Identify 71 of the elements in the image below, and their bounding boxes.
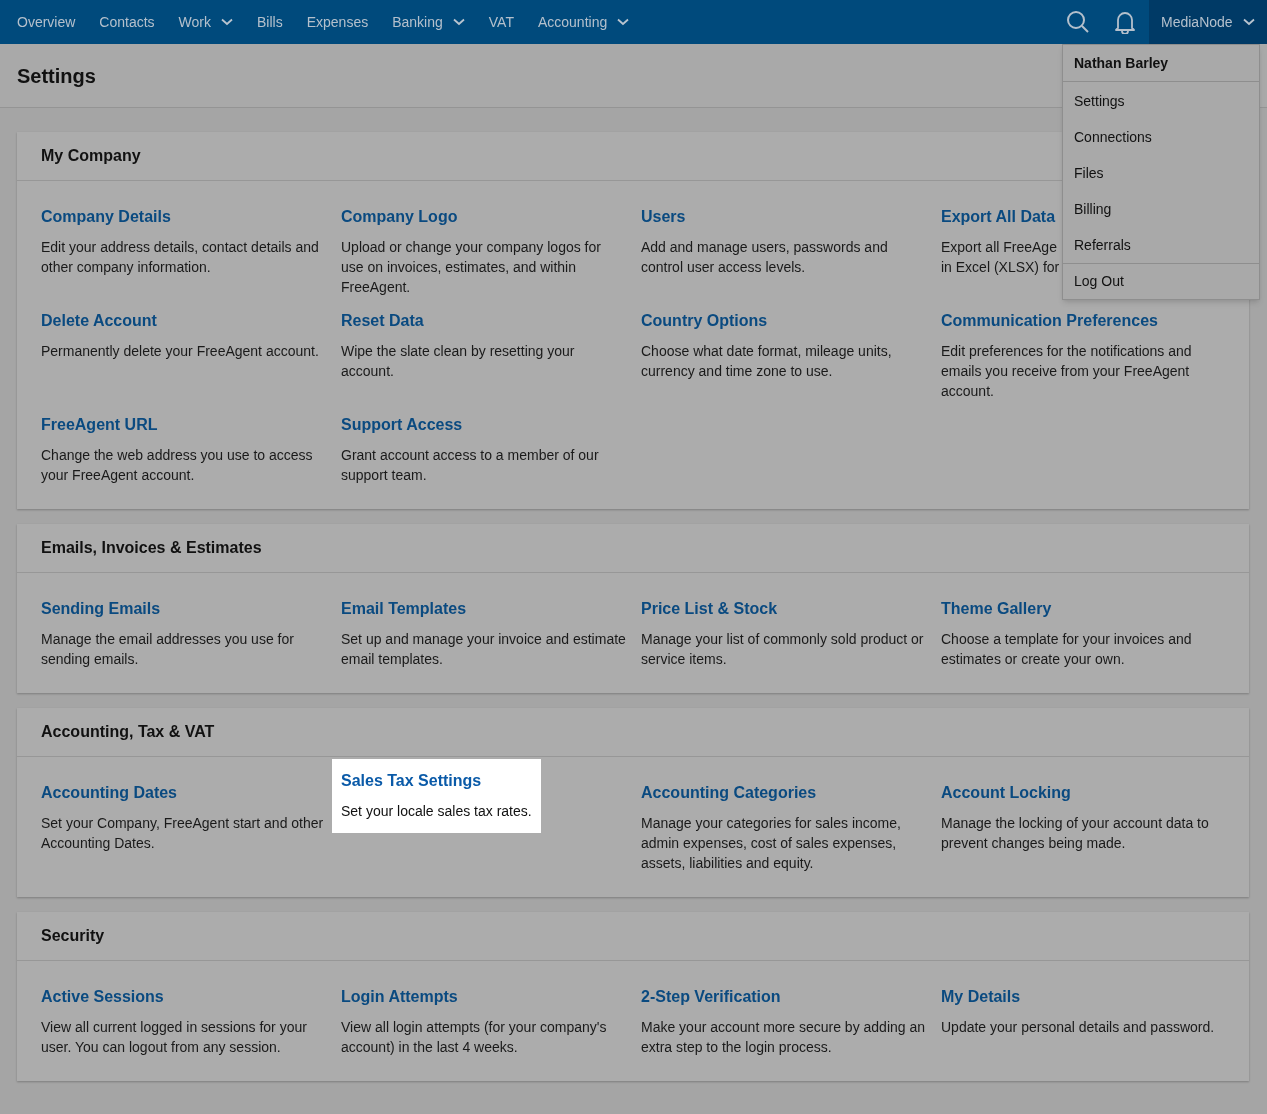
setting-description: Choose what date format, mileage units, currency and time zone to use. xyxy=(641,342,893,381)
nav-link[interactable]: VAT xyxy=(488,0,514,44)
menu-item[interactable]: Settings xyxy=(1063,83,1259,119)
chevron-down-icon xyxy=(1242,18,1255,26)
setting-link[interactable]: Delete Account xyxy=(41,311,327,331)
section-title: Accounting, Tax & VAT xyxy=(41,722,215,742)
nav-link[interactable]: Banking xyxy=(392,0,465,44)
setting-description: Set your locale sales tax rates. xyxy=(341,802,532,821)
menu-item[interactable]: Connections xyxy=(1063,119,1259,155)
setting-description: Upload or change your company logos for use on invoices, estimates, and within FreeAgent. xyxy=(341,238,602,297)
chevron-down-icon xyxy=(617,18,630,26)
section-title: Security xyxy=(41,926,105,946)
setting-link[interactable]: Sales Tax Settings xyxy=(341,771,532,791)
nav-link[interactable]: Work xyxy=(178,0,234,44)
setting-link[interactable]: Company Logo xyxy=(341,207,627,227)
setting-description: Manage your list of commonly sold product or service items. xyxy=(641,630,925,669)
setting-description: Manage the email addresses you use for sending emails. xyxy=(41,630,295,669)
nav-link[interactable]: Bills xyxy=(257,0,283,44)
search-icon[interactable] xyxy=(1066,10,1090,34)
nav-link[interactable]: Accounting xyxy=(537,0,630,44)
menu-item[interactable]: Log Out xyxy=(1063,263,1259,299)
nav-link[interactable]: Contacts xyxy=(99,0,155,44)
bell-icon[interactable] xyxy=(1114,10,1136,34)
setting-link[interactable]: Company Details xyxy=(41,207,327,227)
user-name: Nathan Barley xyxy=(1063,45,1259,82)
setting-link[interactable]: Accounting Categories xyxy=(641,783,927,803)
setting-description: Wipe the slate clean by resetting your account. xyxy=(341,342,576,381)
setting-description: Export all FreeAge xyxy=(941,238,1057,257)
setting-link[interactable]: My Details xyxy=(941,987,1227,1007)
setting-link[interactable]: Email Templates xyxy=(341,599,627,619)
menu-item[interactable]: Referrals xyxy=(1063,227,1259,263)
page-title: Settings xyxy=(17,63,96,89)
setting-description: View all current logged in sessions for your user. You can logout from any session. xyxy=(41,1018,308,1057)
setting-description: in Excel (XLSX) for xyxy=(941,258,1060,277)
setting-description: Add and manage users, passwords and control user access levels. xyxy=(641,238,889,277)
setting-description: Set up and manage your invoice and estimate email templates. xyxy=(341,630,627,669)
setting-link[interactable]: Accounting Dates xyxy=(41,783,327,803)
setting-description: Manage the locking of your account data to prevent changes being made. xyxy=(941,814,1210,853)
setting-link[interactable]: Login Attempts xyxy=(341,987,627,1007)
setting-link[interactable]: Active Sessions xyxy=(41,987,327,1007)
setting-description: Set your Company, FreeAgent start and other Accounting Dates. xyxy=(41,814,325,853)
setting-description: View all login attempts (for your company's account) in the last 4 weeks. xyxy=(341,1018,608,1057)
chevron-down-icon xyxy=(452,18,465,26)
section-title: Emails, Invoices & Estimates xyxy=(41,538,262,558)
setting-link[interactable]: Support Access xyxy=(341,415,627,435)
setting-description: Grant account access to a member of our support team. xyxy=(341,446,600,485)
setting-link[interactable]: 2-Step Verification xyxy=(641,987,927,1007)
setting-link[interactable]: Communication Preferences xyxy=(941,311,1227,331)
setting-description: Make your account more secure by adding an extra step to the login process. xyxy=(641,1018,927,1057)
menu-item[interactable]: Files xyxy=(1063,155,1259,191)
setting-link[interactable]: Sending Emails xyxy=(41,599,327,619)
setting-description: Change the web address you use to access your FreeAgent account. xyxy=(41,446,314,485)
account-menu-button[interactable]: MediaNode xyxy=(1149,0,1267,44)
setting-description: Permanently delete your FreeAgent account. xyxy=(41,342,320,361)
chevron-down-icon xyxy=(221,18,234,26)
setting-link[interactable]: Price List & Stock xyxy=(641,599,927,619)
setting-description: Update your personal details and password. xyxy=(941,1018,1216,1037)
nav-link[interactable]: Expenses xyxy=(306,0,369,44)
setting-link[interactable]: Country Options xyxy=(641,311,927,331)
setting-link[interactable]: FreeAgent URL xyxy=(41,415,327,435)
setting-description: Choose a template for your invoices and estimates or create your own. xyxy=(941,630,1193,669)
section-title: My Company xyxy=(41,146,141,166)
setting-link[interactable]: Users xyxy=(641,207,927,227)
nav-link[interactable]: Overview xyxy=(17,0,76,44)
setting-description: Edit preferences for the notifications and emails you receive from your FreeAgent account. xyxy=(941,342,1193,401)
setting-description: Edit your address details, contact details and other company information. xyxy=(41,238,320,277)
setting-link[interactable]: Reset Data xyxy=(341,311,627,331)
setting-description: Manage your categories for sales income, admin expenses, cost of sales expenses, assets, liabilities and equity. xyxy=(641,814,902,873)
setting-link[interactable]: Account Locking xyxy=(941,783,1227,803)
setting-link[interactable]: Theme Gallery xyxy=(941,599,1227,619)
menu-item[interactable]: Billing xyxy=(1063,191,1259,227)
